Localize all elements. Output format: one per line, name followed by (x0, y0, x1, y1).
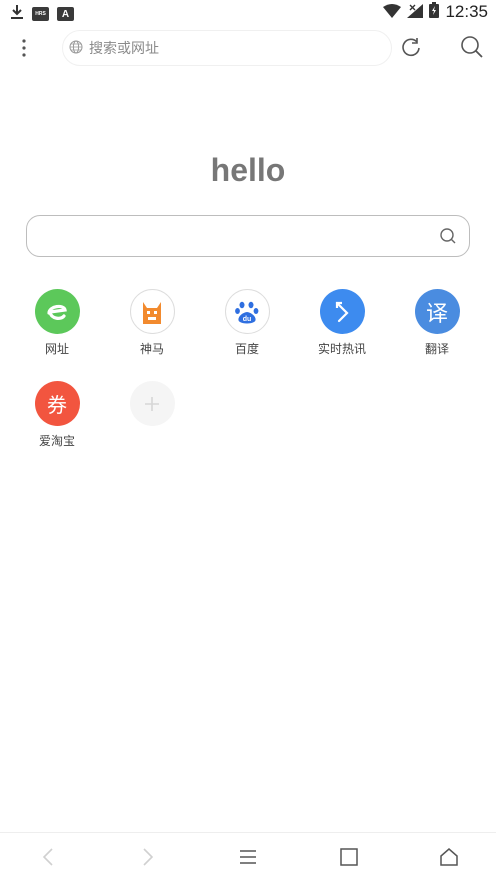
clock: 12:35 (445, 2, 488, 21)
svg-text:du: du (243, 316, 252, 323)
shortcut-wangzhi[interactable]: 网址 (17, 289, 97, 369)
home-icon[interactable] (435, 843, 463, 871)
coupon-icon: 券 (34, 381, 80, 426)
signal-icon (407, 3, 424, 22)
shortcut-label: 翻译 (424, 342, 449, 356)
add-shortcut-button[interactable] (112, 381, 192, 461)
baidu-paw-icon: du (224, 289, 270, 334)
wifi-icon (383, 3, 402, 22)
shortcut-baidu[interactable]: du 百度 (207, 289, 287, 369)
search-icon[interactable] (460, 35, 486, 61)
translate-icon: 译 (414, 289, 460, 334)
shortcut-realtime-news[interactable]: 实时热讯 (302, 289, 382, 369)
browser-toolbar: 搜索或网址 (0, 28, 496, 68)
status-bar: HRS A 12:35 (0, 0, 496, 26)
wangzhi-icon (34, 289, 80, 334)
battery-icon (429, 2, 440, 22)
shortcut-shenma[interactable]: 神马 (112, 289, 192, 369)
hello-heading: hello (210, 152, 286, 188)
shortcut-label: 实时热讯 (317, 342, 366, 356)
globe-icon (69, 39, 83, 58)
address-placeholder: 搜索或网址 (89, 41, 159, 57)
bottom-nav (0, 832, 496, 880)
shortcut-label: 百度 (234, 342, 259, 356)
plus-icon (129, 381, 175, 426)
shortcut-label: 网址 (44, 342, 69, 356)
menu-lines-icon[interactable] (234, 843, 262, 871)
menu-icon[interactable] (12, 36, 36, 60)
download-icon (10, 4, 24, 24)
back-icon[interactable] (34, 843, 62, 871)
hd-icon: HRS (32, 7, 49, 21)
shortcut-label: 神马 (139, 342, 164, 356)
address-bar[interactable]: 搜索或网址 (62, 30, 392, 66)
refresh-icon[interactable] (400, 36, 424, 60)
news-arrow-icon (319, 289, 365, 334)
shortcut-translate[interactable]: 译 翻译 (397, 289, 477, 369)
a-icon: A (57, 7, 74, 21)
shenma-icon (129, 289, 175, 334)
tabs-icon[interactable] (335, 843, 363, 871)
shortcut-aitaobao[interactable]: 券 爱淘宝 (17, 381, 97, 461)
forward-icon[interactable] (134, 843, 162, 871)
main-search-input[interactable] (26, 215, 470, 257)
search-icon[interactable] (439, 227, 457, 245)
shortcut-label: 爱淘宝 (38, 434, 75, 448)
